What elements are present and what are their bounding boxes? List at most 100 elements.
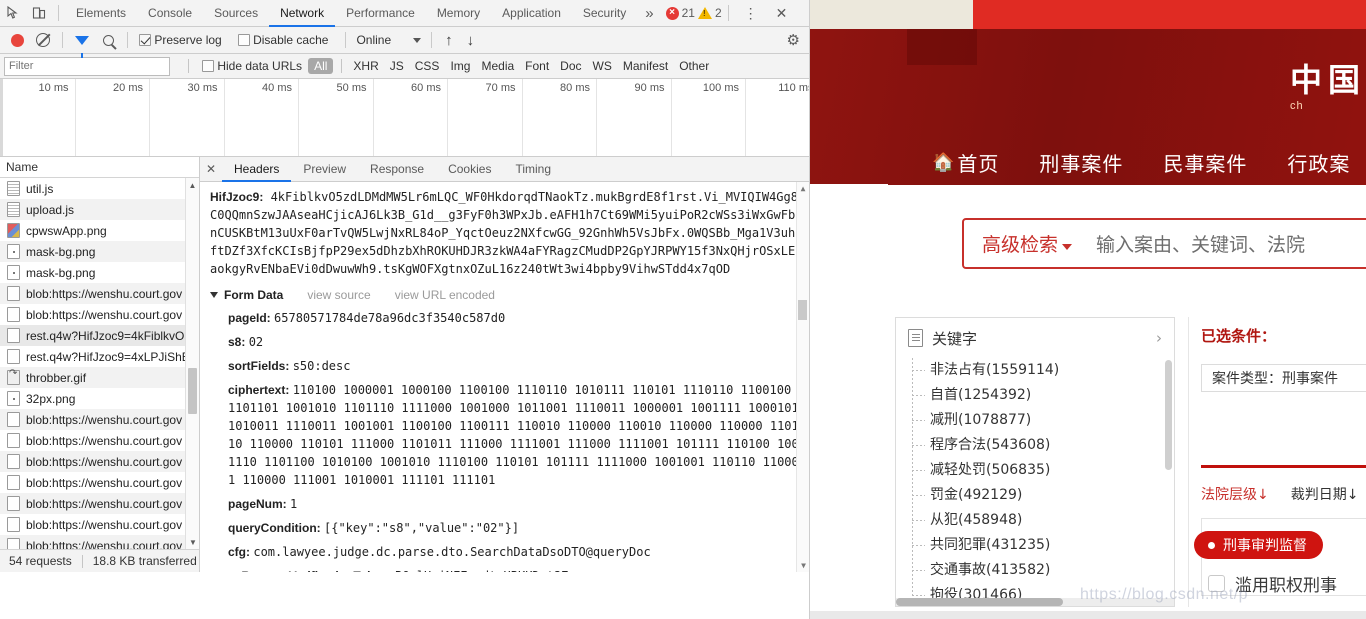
throttling-select[interactable]: Online: [352, 33, 425, 47]
scroll-up-icon[interactable]: ▲: [797, 182, 809, 195]
type-filter-ws[interactable]: WS: [588, 58, 617, 74]
close-details-icon[interactable]: ✕: [200, 162, 222, 176]
requests-scrollbar[interactable]: ▲ ▼: [185, 178, 199, 549]
timeline-left-handle[interactable]: [0, 79, 3, 156]
disable-cache-checkbox[interactable]: [237, 34, 250, 46]
hide-data-urls-toggle[interactable]: Hide data URLs: [202, 59, 302, 73]
hide-data-urls-checkbox[interactable]: [202, 60, 214, 72]
preserve-log-toggle[interactable]: Preserve log: [139, 33, 222, 47]
request-row[interactable]: blob:https://wenshu.court.gov: [0, 409, 199, 430]
preserve-log-checkbox[interactable]: [139, 34, 151, 46]
sort-judgment-date[interactable]: 裁判日期↓: [1291, 484, 1359, 504]
scroll-down-icon[interactable]: ▼: [797, 559, 809, 572]
disable-cache-toggle[interactable]: Disable cache: [237, 33, 328, 47]
type-filter-other[interactable]: Other: [674, 58, 714, 74]
headers-content[interactable]: HifJzoc9: 4kFiblkvO5zdLDMdMW5Lr6mLQC_WF0…: [200, 182, 809, 572]
tab-memory[interactable]: Memory: [426, 0, 491, 27]
request-row[interactable]: blob:https://wenshu.court.gov: [0, 514, 199, 535]
advanced-search-button[interactable]: 高级检索: [964, 230, 1073, 257]
export-har-icon[interactable]: ↓: [460, 33, 482, 48]
type-filter-doc[interactable]: Doc: [555, 58, 586, 74]
chevron-down-icon[interactable]: [210, 292, 218, 298]
result-checkbox[interactable]: [1208, 575, 1225, 592]
tab-console[interactable]: Console: [137, 0, 203, 27]
result-list-item[interactable]: 滥用职权刑事: [1208, 571, 1337, 596]
devtools-menu-icon[interactable]: ⋮: [735, 5, 767, 22]
tab-performance[interactable]: Performance: [335, 0, 426, 27]
keyword-item[interactable]: 共同犯罪(431235): [908, 533, 1174, 558]
type-filter-xhr[interactable]: XHR: [348, 58, 383, 74]
nav-item-administrative[interactable]: 行政案: [1287, 148, 1350, 177]
tab-security[interactable]: Security: [572, 0, 637, 27]
request-row[interactable]: blob:https://wenshu.court.gov: [0, 535, 199, 549]
request-row[interactable]: throbber.gif: [0, 367, 199, 388]
request-row[interactable]: util.js: [0, 178, 199, 199]
search-icon[interactable]: [95, 27, 121, 53]
form-data-section-header[interactable]: Form Data view source view URL encoded: [210, 288, 799, 302]
column-header-name[interactable]: Name: [0, 157, 199, 178]
request-row[interactable]: blob:https://wenshu.court.gov: [0, 451, 199, 472]
record-button[interactable]: [4, 27, 30, 53]
import-har-icon[interactable]: ↑: [438, 33, 460, 48]
type-filter-font[interactable]: Font: [520, 58, 554, 74]
active-tag-pill[interactable]: 刑事审判监督: [1194, 531, 1323, 559]
inspect-element-icon[interactable]: [0, 0, 26, 26]
search-input[interactable]: 输入案由、关键词、法院: [1096, 230, 1305, 257]
type-filter-css[interactable]: CSS: [410, 58, 445, 74]
filter-input[interactable]: [4, 56, 170, 76]
filter-icon[interactable]: [69, 27, 95, 58]
type-filter-media[interactable]: Media: [476, 58, 519, 74]
request-row[interactable]: blob:https://wenshu.court.gov: [0, 283, 199, 304]
page-horizontal-scrollbar[interactable]: [810, 611, 1366, 619]
sort-court-level[interactable]: 法院层级↓: [1201, 484, 1269, 504]
keyword-item[interactable]: 自首(1254392): [908, 383, 1174, 408]
tab-headers[interactable]: Headers: [222, 157, 291, 182]
tab-elements[interactable]: Elements: [65, 0, 137, 27]
nav-item-criminal[interactable]: 刑事案件: [1039, 148, 1123, 177]
chevron-right-icon[interactable]: ›: [1156, 329, 1162, 347]
type-filter-js[interactable]: JS: [385, 58, 409, 74]
nav-item-civil[interactable]: 民事案件: [1163, 148, 1247, 177]
device-toolbar-icon[interactable]: [26, 0, 52, 26]
tab-sources[interactable]: Sources: [203, 0, 269, 27]
tab-response[interactable]: Response: [358, 157, 436, 182]
request-row[interactable]: blob:https://wenshu.court.gov: [0, 430, 199, 451]
keyword-scrollbar-thumb[interactable]: [1165, 360, 1172, 470]
issue-counts[interactable]: × 21 2: [665, 6, 722, 20]
clear-icon[interactable]: [30, 27, 56, 53]
keyword-item[interactable]: 从犯(458948): [908, 508, 1174, 533]
close-icon[interactable]: ✕: [767, 5, 797, 22]
more-tabs-icon[interactable]: »: [637, 5, 661, 22]
request-row[interactable]: mask-bg.png: [0, 262, 199, 283]
type-filter-all[interactable]: All: [308, 58, 334, 74]
keyword-item[interactable]: 罚金(492129): [908, 483, 1174, 508]
request-row[interactable]: blob:https://wenshu.court.gov: [0, 493, 199, 514]
request-row[interactable]: upload.js: [0, 199, 199, 220]
keyword-item[interactable]: 减轻处罚(506835): [908, 458, 1174, 483]
view-source-link[interactable]: view source: [307, 288, 370, 302]
keyword-item[interactable]: 减刑(1078877): [908, 408, 1174, 433]
scroll-down-icon[interactable]: ▼: [186, 535, 199, 549]
details-scrollbar[interactable]: ▲ ▼: [796, 182, 809, 572]
view-url-encoded-link[interactable]: view URL encoded: [395, 288, 495, 302]
keyword-list[interactable]: 非法占有(1559114) 自首(1254392) 减刑(1078877) 程序合法(…: [896, 358, 1174, 606]
scroll-up-icon[interactable]: ▲: [186, 178, 199, 192]
request-row[interactable]: blob:https://wenshu.court.gov: [0, 304, 199, 325]
condition-chip[interactable]: 案件类型：刑事案件 ✕: [1201, 364, 1366, 392]
keyword-item[interactable]: 交通事故(413582): [908, 558, 1174, 583]
tab-cookies[interactable]: Cookies: [436, 157, 503, 182]
requests-list[interactable]: util.js upload.js cpwswApp.png mask-bg.png m…: [0, 178, 199, 549]
scrollbar-thumb[interactable]: [896, 598, 1063, 606]
request-row[interactable]: cpwswApp.png: [0, 220, 199, 241]
request-row[interactable]: rest.q4w?HifJzoc9=4kFiblkvO5: [0, 325, 199, 346]
tab-network[interactable]: Network: [269, 0, 335, 27]
type-filter-manifest[interactable]: Manifest: [618, 58, 673, 74]
tab-application[interactable]: Application: [491, 0, 572, 27]
tab-preview[interactable]: Preview: [291, 157, 358, 182]
network-timeline-overview[interactable]: 10 ms 20 ms 30 ms 40 ms 50 ms 60 ms 70 ms 80 ms…: [0, 79, 809, 157]
request-row[interactable]: blob:https://wenshu.court.gov: [0, 472, 199, 493]
scrollbar-thumb[interactable]: [188, 368, 197, 414]
gear-icon[interactable]: ⚙: [787, 31, 800, 49]
nav-item-home[interactable]: 🏠 首页: [932, 148, 999, 177]
search-bar[interactable]: 高级检索 输入案由、关键词、法院: [962, 218, 1366, 269]
